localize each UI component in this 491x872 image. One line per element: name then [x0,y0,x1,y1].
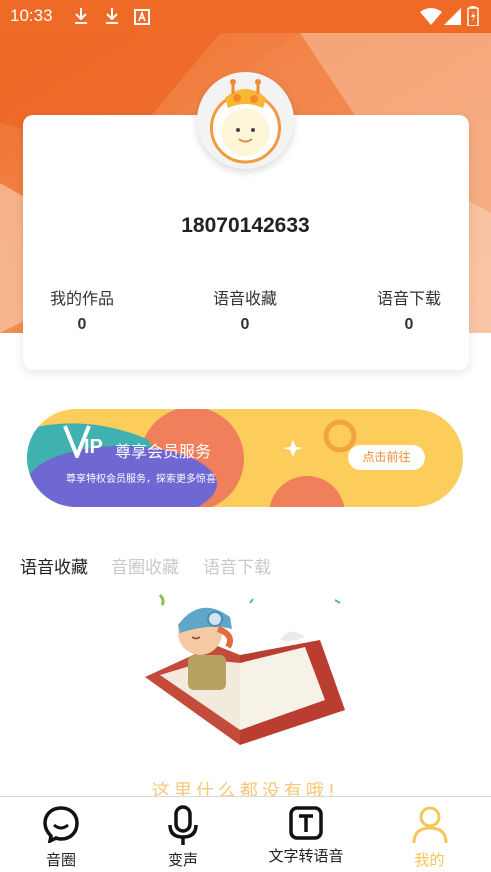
bottom-nav: 音圈 变声 文字转语音 我的 [0,796,491,872]
battery-icon [467,6,479,26]
stat-label-favorites[interactable]: 语音收藏 [190,285,300,309]
tab-voice-downloads[interactable]: 语音下载 [203,553,271,578]
chat-bubble-icon [43,806,79,843]
tab-voice-favorites[interactable]: 语音收藏 [20,553,88,578]
nav-item-text-to-speech[interactable]: 文字转语音 [244,797,368,872]
vip-go-button[interactable]: 点击前往 [348,445,425,470]
stat-label-works[interactable]: 我的作品 [27,285,137,309]
tab-circle-favorites[interactable]: 音圈收藏 [111,553,179,578]
avatar[interactable] [197,72,294,169]
nav-label-circle: 音圈 [45,851,76,869]
stat-value-favorites[interactable]: 0 [190,316,300,334]
nav-label-voice-change: 变声 [167,851,198,869]
keyboard-a-icon [134,9,150,25]
nav-label-mine: 我的 [414,851,445,869]
microphone-icon [168,805,198,845]
stat-value-downloads[interactable]: 0 [354,316,464,334]
user-phone: 18070142633 [181,214,310,237]
signal-icon [444,8,461,25]
download-icon [106,8,118,24]
stat-label-downloads[interactable]: 语音下载 [354,285,464,309]
wifi-icon [420,8,442,25]
vip-badge-text: IP [84,436,103,458]
nav-label-text-to-speech: 文字转语音 [268,847,344,865]
stat-value-works[interactable]: 0 [27,316,137,334]
text-box-icon [289,806,323,840]
vip-title: 尊享会员服务 [115,442,212,461]
nav-item-circle[interactable]: 音圈 [0,797,122,872]
nav-item-mine[interactable]: 我的 [368,797,491,872]
giraffe-avatar-icon [210,79,281,164]
status-bar: 10:33 [0,0,491,33]
person-icon [412,806,447,844]
nav-item-voice-change[interactable]: 变声 [122,797,244,872]
empty-state-illustration [145,593,345,745]
vip-subtitle: 尊享特权会员服务，探索更多惊喜 [66,474,216,485]
status-time: 10:33 [10,6,53,25]
download-icon [75,8,87,24]
